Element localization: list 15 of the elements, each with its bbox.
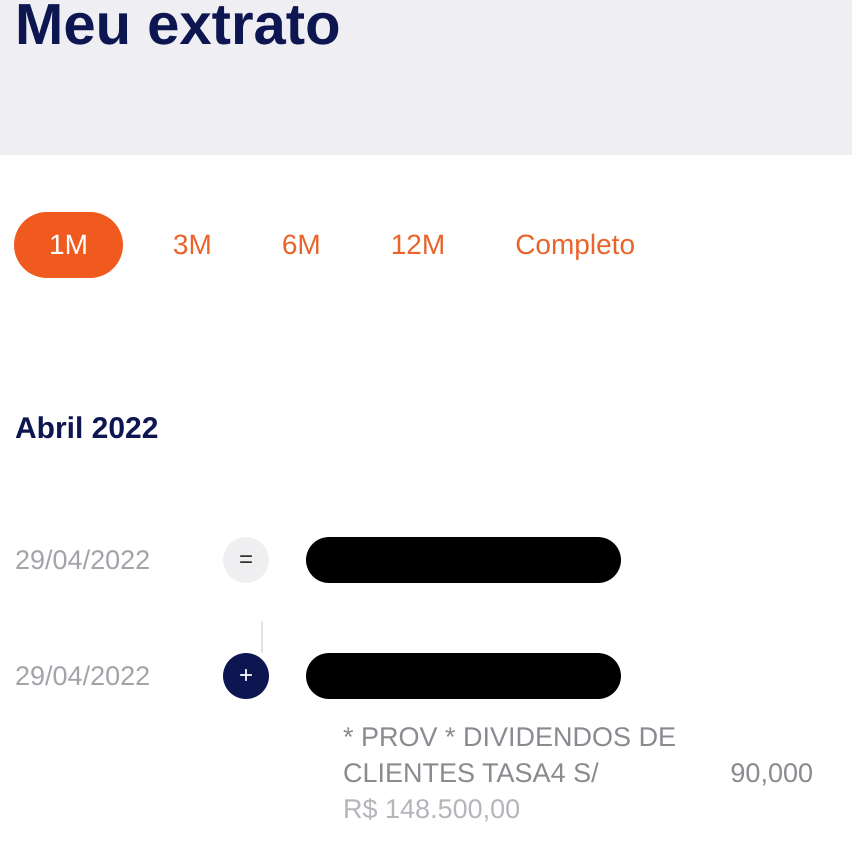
month-heading: Abril 2022 [15, 411, 160, 447]
period-tab[interactable]: 6M [262, 212, 341, 278]
period-tab[interactable]: 1M [14, 212, 123, 278]
period-tab[interactable]: 3M [152, 212, 232, 278]
description-text: CLIENTES TASA4 S/ [343, 757, 599, 790]
entry-date: 29/04/2022 [14, 660, 152, 693]
description-text: * PROV * DIVIDENDOS DE [343, 721, 676, 754]
quantity-text: 90,000 [730, 757, 813, 790]
entry-date: 29/04/2022 [14, 544, 152, 577]
period-tab[interactable]: Completo [495, 212, 656, 278]
balance-icon: = [223, 537, 269, 583]
period-tab[interactable]: 12M [370, 212, 466, 278]
amount-text: R$ 148.500,00 [343, 793, 522, 826]
credit-icon: + [223, 653, 269, 699]
page-title: Meu extrato [15, 0, 342, 54]
